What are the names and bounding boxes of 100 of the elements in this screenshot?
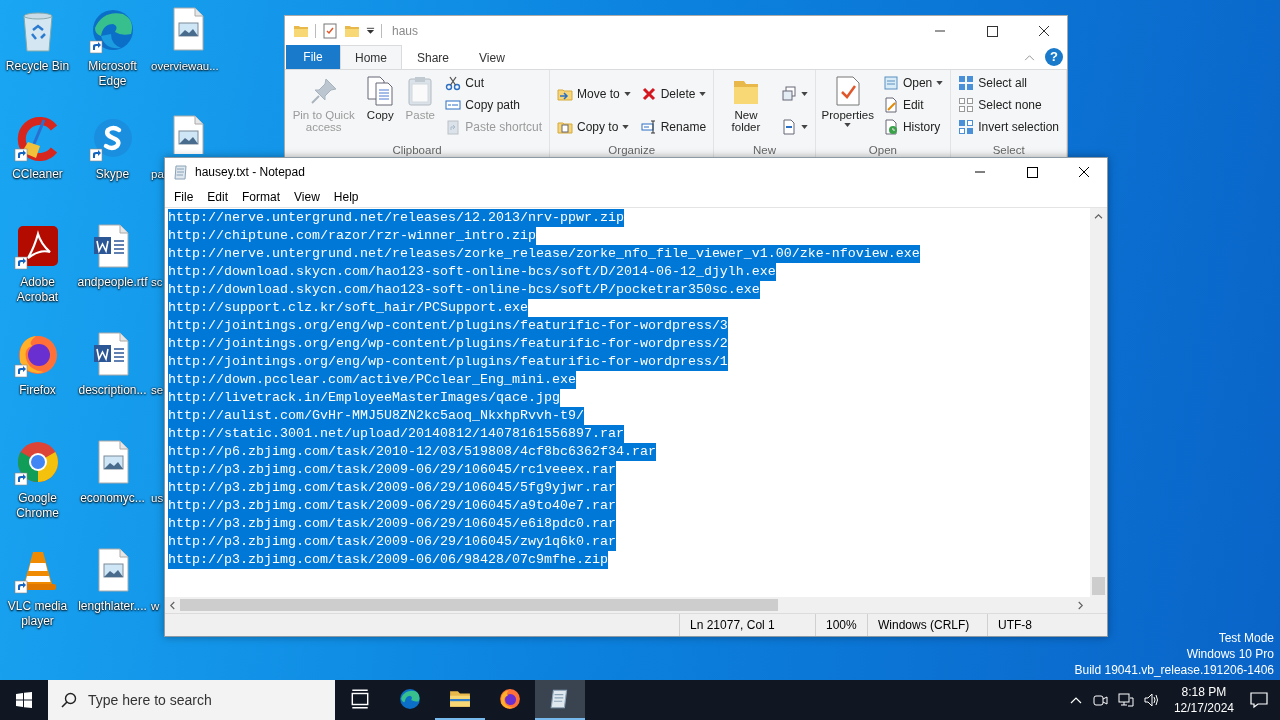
- ribbon-button[interactable]: Copy to: [554, 115, 634, 138]
- icon-label: se: [150, 383, 164, 398]
- chevron-up-icon[interactable]: [1069, 696, 1082, 704]
- status-text: 100%: [826, 618, 857, 632]
- menu-item[interactable]: Format: [235, 187, 288, 206]
- dropdown-icon[interactable]: [366, 26, 375, 35]
- clock-time[interactable]: 8:18 PM: [1181, 684, 1227, 700]
- speaker-icon[interactable]: [1143, 692, 1160, 708]
- icon-label: Google Chrome: [15, 491, 60, 521]
- scrollbar-thumb[interactable]: [180, 599, 778, 611]
- camera-icon[interactable]: [1091, 692, 1108, 708]
- close-icon: [1077, 166, 1091, 178]
- icon-label: Recycle Bin: [4, 59, 71, 74]
- ribbon-button[interactable]: Properties: [819, 72, 876, 130]
- ribbon-button[interactable]: History: [879, 116, 947, 138]
- system-info-text: Build 19041.vb_release.191206-1406: [1074, 662, 1274, 678]
- ribbon-button[interactable]: New folder: [718, 72, 774, 136]
- caret-icon: [800, 124, 808, 129]
- rename-icon: [640, 118, 657, 135]
- icon-label: sc: [150, 275, 163, 290]
- caret-icon: [623, 91, 631, 96]
- ribbon-button[interactable]: Open: [879, 72, 947, 94]
- close-icon: [1037, 24, 1051, 37]
- clock-date[interactable]: 12/17/2024: [1173, 700, 1234, 716]
- icon-label: VLC media player: [6, 599, 69, 629]
- icon-label: description...: [77, 383, 148, 398]
- ribbon-button[interactable]: Copy: [362, 72, 399, 124]
- task-view-icon: [349, 688, 371, 710]
- icon-label: overviewau...: [150, 59, 219, 74]
- ribbon-button[interactable]: Rename: [637, 115, 710, 138]
- icon-label: Skype: [94, 167, 131, 182]
- caret-icon: [622, 124, 630, 129]
- group-label: Open: [867, 143, 898, 157]
- icon-label: us: [150, 491, 164, 506]
- icon-label: Microsoft Edge: [87, 59, 138, 89]
- caret-icon: [800, 91, 808, 96]
- scissors-icon: [445, 75, 462, 91]
- ribbon-button[interactable]: Select none: [955, 94, 1062, 116]
- ribbon-button[interactable]: Select all: [955, 72, 1062, 94]
- icon-label: andpeople.rtf: [76, 275, 149, 290]
- help-button[interactable]: ?: [1045, 48, 1063, 66]
- notification-icon[interactable]: [1250, 691, 1268, 709]
- edit-icon: [882, 97, 899, 113]
- delete-icon: [640, 85, 657, 102]
- network-icon[interactable]: [1117, 692, 1134, 708]
- caret-icon: [844, 123, 852, 127]
- ribbon-tab[interactable]: View: [464, 45, 520, 69]
- file-tab[interactable]: File: [286, 45, 340, 69]
- menu-item[interactable]: File: [167, 187, 201, 206]
- scroll-left-icon[interactable]: [169, 600, 176, 610]
- properties-icon[interactable]: [322, 22, 338, 39]
- group-label: Select: [991, 143, 1026, 157]
- menu-item[interactable]: Edit: [200, 187, 236, 206]
- new-item-icon: [780, 85, 797, 102]
- status-text: Ln 21077, Col 1: [690, 618, 775, 632]
- folder-icon: [449, 688, 471, 710]
- windows-logo-icon: [16, 692, 32, 708]
- easy-access-icon: [780, 118, 797, 135]
- notepad-icon: [173, 164, 189, 180]
- system-info-text: Test Mode: [1218, 630, 1274, 646]
- search-icon: [61, 692, 77, 708]
- maximize-icon: [985, 24, 999, 37]
- status-text: UTF-8: [998, 618, 1032, 632]
- invert-selection-icon: [958, 119, 975, 135]
- icon-label: economyc...: [79, 491, 146, 506]
- ribbon-button[interactable]: Cut: [442, 72, 545, 94]
- group-label: Organize: [607, 143, 657, 157]
- icon-label: Firefox: [18, 383, 57, 398]
- icon-label: Adobe Acrobat: [15, 275, 60, 305]
- browser-logo-icon: [499, 688, 521, 710]
- scroll-right-icon[interactable]: [1077, 600, 1084, 610]
- ribbon-button[interactable]: Move to: [554, 82, 634, 105]
- status-text: Windows (CRLF): [878, 618, 970, 632]
- select-all-icon: [958, 75, 975, 91]
- window-title: haus: [392, 23, 420, 38]
- group-label: New: [751, 143, 777, 157]
- system-info-text: Windows 10 Pro: [1186, 646, 1274, 662]
- ribbon-tab[interactable]: Share: [402, 45, 465, 69]
- menu-item[interactable]: Help: [326, 187, 366, 206]
- icon-label: lengthlater....: [77, 599, 148, 614]
- ribbon-button[interactable]: Invert selection: [955, 116, 1062, 138]
- clipboard-icon: [445, 119, 462, 135]
- ribbon-button[interactable]: Edit: [879, 94, 947, 116]
- window-title: hausey.txt - Notepad: [195, 165, 306, 179]
- icon-label: w: [150, 599, 160, 614]
- ribbon-button[interactable]: Delete: [637, 82, 710, 105]
- maximize-icon: [1025, 166, 1039, 178]
- menu-item[interactable]: View: [287, 187, 327, 206]
- search-field[interactable]: Type here to search: [48, 680, 335, 720]
- caret-icon: [699, 91, 707, 96]
- ribbon-button[interactable]: Copy path: [442, 94, 545, 116]
- icon-label: CCleaner: [11, 167, 64, 182]
- scrollbar-thumb[interactable]: [1092, 577, 1105, 595]
- ribbon-tab[interactable]: Home: [340, 45, 402, 69]
- taskbar-button[interactable]: [535, 680, 585, 720]
- history-icon: [882, 119, 899, 135]
- browser-logo-icon: [399, 688, 421, 710]
- scroll-up-icon[interactable]: [1094, 213, 1103, 220]
- open-icon: [882, 75, 899, 91]
- select-none-icon: [958, 97, 975, 113]
